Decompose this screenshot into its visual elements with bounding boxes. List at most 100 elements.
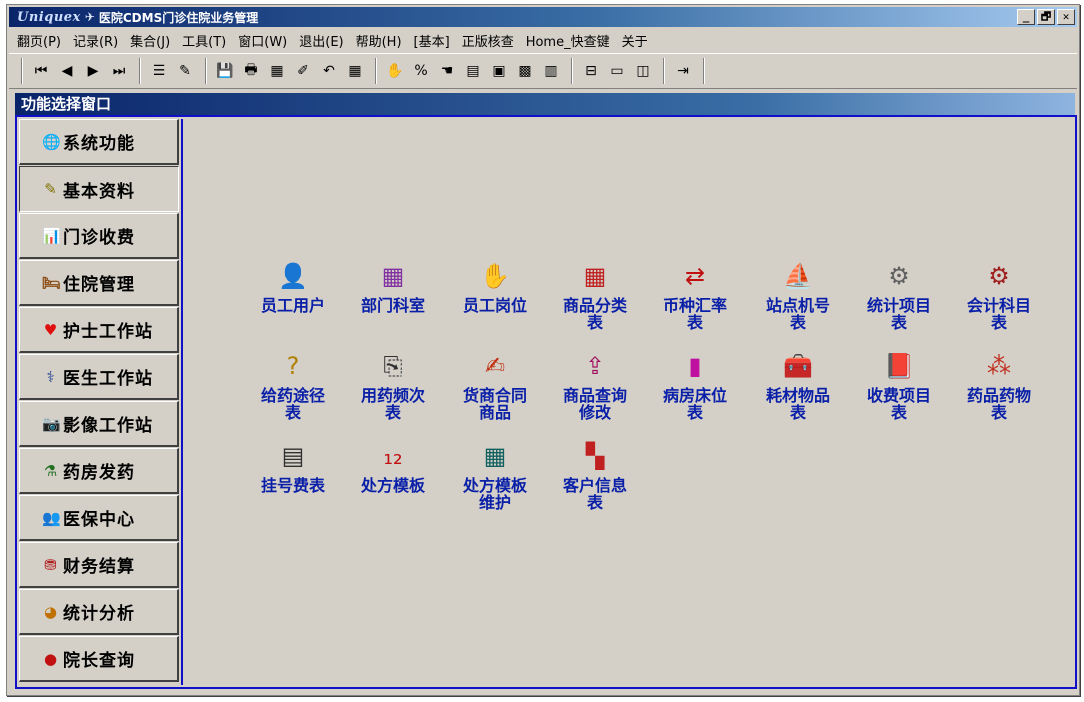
grid-icon[interactable]: ▦ (343, 59, 367, 83)
exit-door-icon[interactable]: ⇥ (671, 59, 695, 83)
customer-icon: ▚ (585, 442, 605, 470)
sidebar-item-2[interactable]: 📊 门诊收费 (19, 213, 179, 259)
window-icon[interactable]: ▭ (605, 59, 629, 83)
sidebar-item-7[interactable]: ⚗ 药房发药 (19, 448, 179, 494)
sidebar-item-4[interactable]: ♥ 护士工作站 (19, 307, 179, 353)
close-button[interactable]: ✕ (1057, 9, 1075, 25)
function-item-13[interactable]: 🧰 耗材物品表 (748, 349, 848, 421)
bed-icon: 🛏 (42, 273, 63, 292)
function-item-2[interactable]: ✋ 员工岗位 (445, 259, 545, 314)
next-record-icon[interactable]: ▶ (81, 59, 105, 83)
sidebar-item-0[interactable]: 🌐 系统功能 (19, 119, 179, 165)
function-item-1[interactable]: ▦ 部门科室 (343, 259, 443, 314)
function-item-label: 客户信息表 (562, 476, 627, 512)
title-bar[interactable]: Uniquex ✈ 医院CDMS门诊住院业务管理 _ 🗗 ✕ (9, 7, 1077, 27)
menu-item-2[interactable]: 集合(J) (126, 31, 178, 50)
box-icon[interactable]: ▩ (513, 59, 537, 83)
sidebar-item-8[interactable]: 👥 医保中心 (19, 495, 179, 541)
function-item-19[interactable]: ▚ 客户信息表 (545, 439, 645, 511)
tool-icon[interactable]: ✋ (383, 59, 407, 83)
function-item-9[interactable]: ⎘ 用药频次表 (343, 349, 443, 421)
function-item-11[interactable]: ⇪ 商品查询 修改 (545, 349, 645, 421)
calc2-icon[interactable]: ▣ (487, 59, 511, 83)
restore-button[interactable]: 🗗 (1037, 9, 1055, 25)
sidebar-item-label: 系统功能 (63, 134, 135, 154)
sidebar-item-11[interactable]: ● 院长查询 (19, 636, 179, 682)
function-item-15[interactable]: ⁂ 药品药物表 (949, 349, 1049, 421)
percent-icon[interactable]: % (409, 59, 433, 83)
heart-icon: ♥ (43, 320, 59, 339)
menu-item-9[interactable]: Home_快查键 (522, 31, 618, 50)
menu-item-1[interactable]: 记录(R) (69, 31, 126, 50)
application-window: Uniquex ✈ 医院CDMS门诊住院业务管理 _ 🗗 ✕ 翻页(P) 记录(R… (6, 4, 1080, 696)
function-item-18[interactable]: ▦ 处方模板 维护 (445, 439, 545, 511)
last-record-icon[interactable]: ⏭ (107, 59, 131, 83)
function-item-5[interactable]: ⛵ 站点机号表 (748, 259, 848, 331)
function-item-12[interactable]: ▮ 病房床位表 (645, 349, 745, 421)
sidebar-item-label: 护士工作站 (63, 322, 153, 342)
function-item-3[interactable]: ▦ 商品分类表 (545, 259, 645, 331)
brush-icon[interactable]: ✎ (173, 59, 197, 83)
window-controls: _ 🗗 ✕ (1017, 9, 1075, 25)
eraser-icon: ✎ (44, 180, 58, 198)
print-icon[interactable]: 🖶 (239, 59, 263, 83)
function-item-8[interactable]: ? 给药途径表 (243, 349, 343, 421)
function-item-label: 站点机号表 (765, 296, 830, 332)
minimize-button[interactable]: _ (1017, 9, 1035, 25)
toolbar-separator (571, 58, 573, 84)
hand-icon[interactable]: ☚ (435, 59, 459, 83)
function-item-label: 用药频次表 (360, 386, 425, 422)
toolbar-separator (139, 58, 141, 84)
calc-icon[interactable]: ▤ (461, 59, 485, 83)
save-icon[interactable]: 💾 (213, 59, 237, 83)
tree-icon[interactable]: ⊟ (579, 59, 603, 83)
category-grid-icon: ▦ (583, 262, 607, 290)
menu-item-5[interactable]: 退出(E) (295, 31, 351, 50)
toolbar-separator (205, 58, 207, 84)
toolbar-separator (703, 58, 705, 84)
menu-item-7[interactable]: [基本] (410, 31, 458, 50)
sidebar-item-5[interactable]: ⚕ 医生工作站 (19, 354, 179, 400)
function-item-14[interactable]: 📕 收费项目表 (849, 349, 949, 421)
toolbar-grip[interactable] (21, 58, 23, 84)
menu-item-4[interactable]: 窗口(W) (234, 31, 295, 50)
sidebar-item-10[interactable]: ◕ 统计分析 (19, 589, 179, 635)
menu-item-3[interactable]: 工具(T) (178, 31, 234, 50)
function-item-label: 挂号费表 (260, 476, 325, 495)
function-item-7[interactable]: ⚙ 会计科目表 (949, 259, 1049, 331)
filter-icon[interactable]: ☰ (147, 59, 171, 83)
sidebar-item-label: 统计分析 (63, 604, 135, 624)
form-icon[interactable]: ▥ (539, 59, 563, 83)
sidebar-item-1[interactable]: ✎ 基本资料 (19, 166, 179, 212)
function-item-label: 处方模板 (360, 476, 425, 495)
function-item-6[interactable]: ⚙ 统计项目表 (849, 259, 949, 331)
menu-item-8[interactable]: 正版核查 (458, 31, 522, 50)
menu-item-0[interactable]: 翻页(P) (13, 31, 69, 50)
glove-icon: ✋ (480, 262, 510, 290)
function-item-0[interactable]: 👤 员工用户 (243, 259, 343, 314)
ward-bed-icon: ▮ (688, 352, 702, 380)
first-record-icon[interactable]: ⏮ (29, 59, 53, 83)
function-item-4[interactable]: ⇄ 币种汇率表 (645, 259, 745, 331)
menu-item-10[interactable]: 关于 (618, 31, 656, 50)
sidebar-item-9[interactable]: ⛃ 财务结算 (19, 542, 179, 588)
function-item-17[interactable]: ₁₂ 处方模板 (343, 439, 443, 494)
toolbar: ⏮ ◀ ▶ ⏭ ☰ ✎ 💾 🖶 ▦ ✐ ↶ ▦ ✋% ☚ ▤ ▣ ▩ ▥ ⊟ ▭ ◫ ⇥ (9, 53, 1077, 89)
table-icon[interactable]: ▦ (265, 59, 289, 83)
function-item-16[interactable]: ▤ 挂号费表 (243, 439, 343, 494)
function-item-10[interactable]: ✍ 货商合同 商品 (445, 349, 545, 421)
prev-record-icon[interactable]: ◀ (55, 59, 79, 83)
sidebar-item-label: 医保中心 (63, 510, 135, 530)
undo-icon[interactable]: ↶ (317, 59, 341, 83)
sidebar-item-3[interactable]: 🛏 住院管理 (19, 260, 179, 306)
function-item-label: 商品查询 修改 (562, 386, 627, 422)
template-maint-icon: ▦ (483, 442, 507, 470)
menu-item-6[interactable]: 帮助(H) (352, 31, 410, 50)
sidebar-item-6[interactable]: 📷 影像工作站 (19, 401, 179, 447)
function-content: 👤 员工用户 ▦ 部门科室 ✋ 员工岗位 ▦ 商品分类表 ⇄ 币种汇率表 ⛵ 站点机号表 ⚙ 统计项目表 ⚙… (181, 119, 1071, 685)
registration-icon: ▤ (281, 442, 305, 470)
function-item-label: 处方模板 维护 (462, 476, 527, 512)
tile-icon[interactable]: ◫ (631, 59, 655, 83)
edit-icon[interactable]: ✐ (291, 59, 315, 83)
function-item-label: 统计项目表 (866, 296, 931, 332)
